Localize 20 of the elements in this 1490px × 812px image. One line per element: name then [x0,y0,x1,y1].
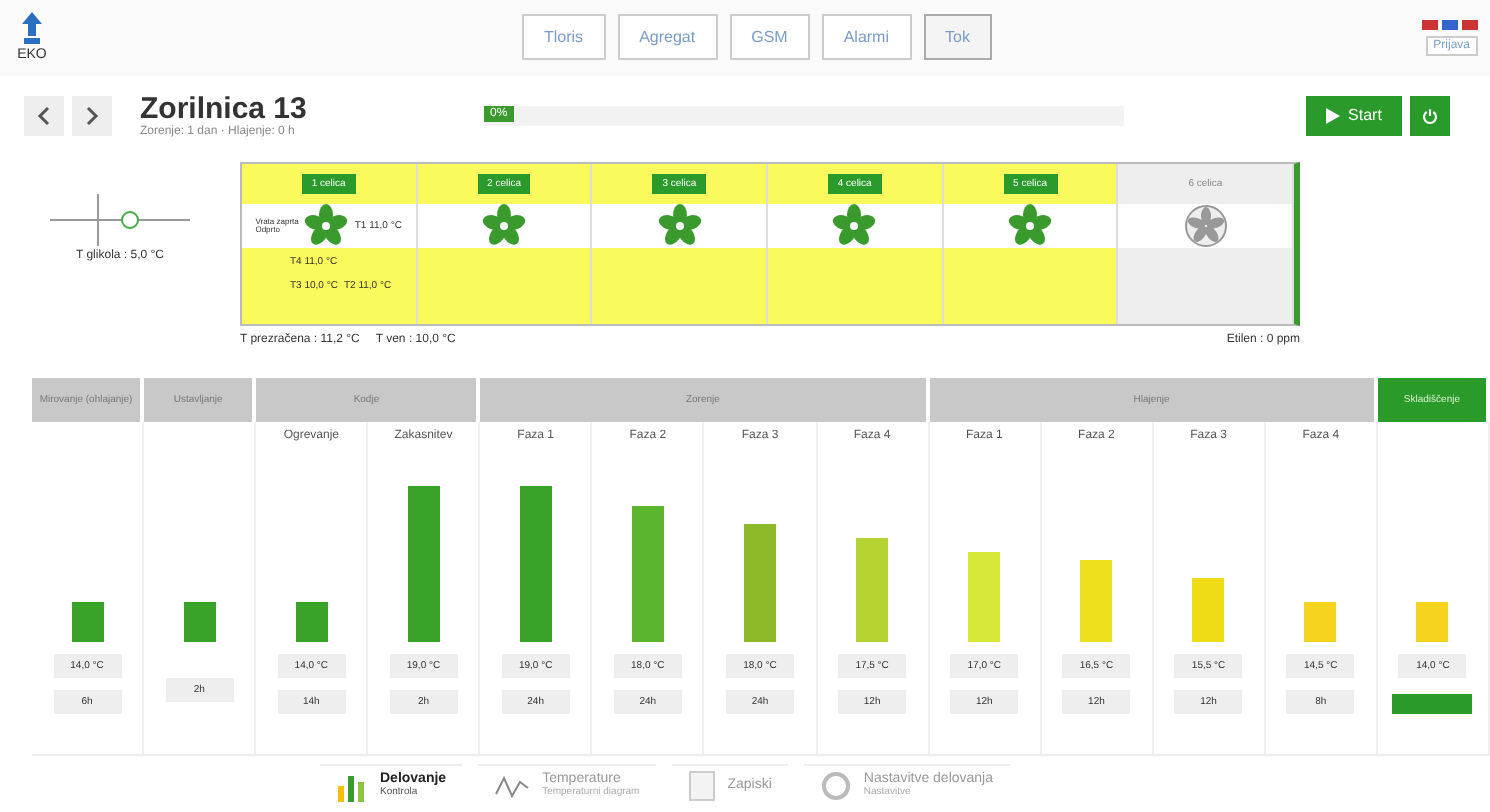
nav-tab[interactable]: Alarmi [821,14,911,61]
nav-tab[interactable]: Tok [923,14,992,61]
flag-icons[interactable] [1422,19,1478,30]
power-button[interactable] [1410,95,1450,136]
status-bar [1392,693,1473,714]
chevron-right-icon [84,105,100,126]
chevron-left-icon [36,105,52,126]
pipe-drawing [50,190,190,251]
next-button[interactable] [72,95,112,136]
start-button[interactable]: Start [1306,95,1402,136]
nav-tab[interactable]: Tloris [522,14,606,61]
previous-button[interactable] [24,95,64,136]
nav-tab[interactable]: GSM [729,14,810,61]
nav-tab[interactable]: Agregat [617,14,718,61]
notes-icon [687,769,716,802]
power-icon [1422,103,1438,128]
settings-icon [819,769,852,802]
play-icon [1326,107,1341,124]
room-title: Zorilnica 13 [140,92,309,127]
fan-icon [1183,204,1228,249]
